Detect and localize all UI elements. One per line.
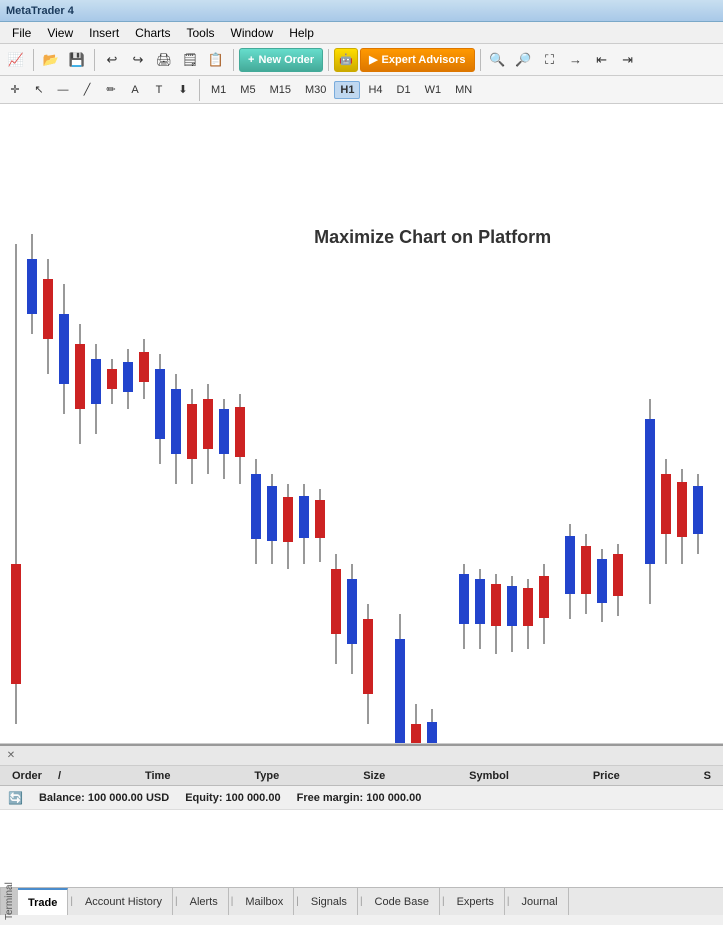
sep2: [94, 49, 95, 71]
tab-experts[interactable]: Experts: [447, 888, 505, 915]
tab-signals[interactable]: Signals: [301, 888, 358, 915]
tab-code-base[interactable]: Code Base: [365, 888, 440, 915]
menu-item-view[interactable]: View: [39, 24, 81, 42]
crosshair-btn[interactable]: ✛: [4, 79, 26, 101]
redo-btn[interactable]: ↪: [126, 48, 150, 72]
title-text: MetaTrader 4: [6, 5, 74, 17]
tab-trade[interactable]: Trade: [18, 888, 68, 915]
print-prev-btn[interactable]: 🗒: [178, 48, 202, 72]
toolbar1: 📈 📂 💾 ↩ ↪ 🖨 🗒 📋 + New Order 🤖 ▶ Expert A…: [0, 44, 723, 76]
menu-bar: FileViewInsertChartsToolsWindowHelp: [0, 22, 723, 44]
save-btn[interactable]: 💾: [65, 48, 89, 72]
copy-btn[interactable]: 📋: [204, 48, 228, 72]
menu-item-insert[interactable]: Insert: [81, 24, 127, 42]
toolbar2: ✛ ↖ — ╱ ✏ A T ⬇ M1 M5 M15 M30 H1 H4 D1 W…: [0, 76, 723, 104]
ea-label: Expert Advisors: [382, 54, 466, 66]
menu-item-tools[interactable]: Tools: [179, 24, 223, 42]
tab-alerts[interactable]: Alerts: [180, 888, 229, 915]
terminal-header: ✕: [0, 746, 723, 766]
tf-m1[interactable]: M1: [205, 81, 232, 99]
tline-btn[interactable]: ╱: [76, 79, 98, 101]
tab-account-history[interactable]: Account History: [75, 888, 173, 915]
tf-h4[interactable]: H4: [362, 81, 388, 99]
col-s[interactable]: S: [696, 770, 719, 782]
print-btn[interactable]: 🖨: [152, 48, 176, 72]
tf-d1[interactable]: D1: [391, 81, 417, 99]
arrow-mark-btn[interactable]: ⬇: [172, 79, 194, 101]
new-chart-btn[interactable]: 📈: [4, 48, 28, 72]
tab-sep-1: |: [68, 888, 75, 915]
zoom-in-btn[interactable]: 🔍: [486, 48, 510, 72]
chart-svg: [0, 104, 723, 743]
title-bar: MetaTrader 4: [0, 0, 723, 22]
col-type[interactable]: Type: [246, 770, 287, 782]
col-sep: /: [50, 770, 69, 782]
ea-icon: ▶: [369, 53, 377, 66]
terminal-content: 🔄 Balance: 100 000.00 USD Equity: 100 00…: [0, 786, 723, 887]
auto-trading-btn[interactable]: 🤖: [334, 48, 358, 72]
sep3: [233, 49, 234, 71]
tab-sep-4: |: [294, 888, 301, 915]
chart-area[interactable]: Maximize Chart on Platform: [0, 104, 723, 744]
tf-m5[interactable]: M5: [234, 81, 261, 99]
col-price[interactable]: Price: [585, 770, 628, 782]
tab-mailbox[interactable]: Mailbox: [235, 888, 294, 915]
terminal-side-label: Terminal: [0, 888, 18, 915]
tab-sep-7: |: [505, 888, 512, 915]
col-size[interactable]: Size: [355, 770, 393, 782]
terminal-panel: ✕ Order / Time Type Size Symbol Price S …: [0, 744, 723, 887]
expert-advisors-btn[interactable]: ▶ Expert Advisors: [360, 48, 474, 72]
menu-item-charts[interactable]: Charts: [127, 24, 178, 42]
col-symbol[interactable]: Symbol: [461, 770, 517, 782]
undo-btn[interactable]: ↩: [100, 48, 124, 72]
tab-bar: Terminal Trade | Account History | Alert…: [0, 887, 723, 915]
tab-sep-2: |: [173, 888, 180, 915]
hline-btn[interactable]: —: [52, 79, 74, 101]
terminal-close-btn[interactable]: ✕: [4, 749, 18, 763]
sep1: [33, 49, 34, 71]
tf-w1[interactable]: W1: [419, 81, 448, 99]
history-center-btn[interactable]: ⇤: [590, 48, 614, 72]
tab-sep-5: |: [358, 888, 365, 915]
pan-btn[interactable]: ⛶: [538, 48, 562, 72]
tf-m30[interactable]: M30: [299, 81, 332, 99]
chart-shift-btn[interactable]: ⇥: [616, 48, 640, 72]
tf-m15[interactable]: M15: [264, 81, 297, 99]
balance-text: Balance: 100 000.00 USD: [39, 792, 169, 804]
sep5: [480, 49, 481, 71]
new-order-btn[interactable]: + New Order: [239, 48, 323, 72]
menu-item-window[interactable]: Window: [223, 24, 282, 42]
zoom-out-btn[interactable]: 🔎: [512, 48, 536, 72]
scroll-right-btn[interactable]: →: [564, 48, 588, 72]
menu-item-help[interactable]: Help: [281, 24, 322, 42]
balance-icon: 🔄: [8, 791, 23, 805]
sep-tf: [199, 79, 200, 101]
tab-sep-6: |: [440, 888, 447, 915]
label-btn[interactable]: T: [148, 79, 170, 101]
menu-item-file[interactable]: File: [4, 24, 39, 42]
col-order[interactable]: Order: [4, 770, 50, 782]
new-order-icon: +: [248, 54, 254, 66]
new-order-label: New Order: [258, 54, 314, 66]
tab-sep-3: |: [229, 888, 236, 915]
draw-btn[interactable]: ✏: [100, 79, 122, 101]
open-btn[interactable]: 📂: [39, 48, 63, 72]
tab-journal[interactable]: Journal: [512, 888, 569, 915]
free-margin-text: Free margin: 100 000.00: [297, 792, 422, 804]
balance-row: 🔄 Balance: 100 000.00 USD Equity: 100 00…: [0, 786, 723, 810]
equity-text: Equity: 100 000.00: [185, 792, 280, 804]
sep4: [328, 49, 329, 71]
terminal-columns: Order / Time Type Size Symbol Price S: [0, 766, 723, 786]
text-btn[interactable]: A: [124, 79, 146, 101]
arrow-btn[interactable]: ↖: [28, 79, 50, 101]
tf-mn[interactable]: MN: [449, 81, 478, 99]
tf-h1[interactable]: H1: [334, 81, 360, 99]
col-time[interactable]: Time: [137, 770, 178, 782]
